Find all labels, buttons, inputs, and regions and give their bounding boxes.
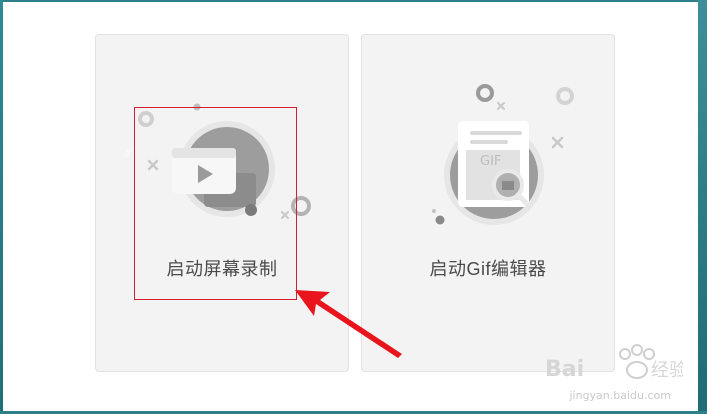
start-gif-editor-label: 启动Gif编辑器: [429, 259, 547, 279]
window-frame-right: [698, 0, 707, 414]
window-frame-left: [0, 0, 3, 414]
gif-document-search-icon: GIF: [458, 121, 530, 207]
screen-record-illustration: [123, 103, 311, 219]
window-frame-top: [0, 0, 707, 2]
watermark-url: jingyan.baidu.com: [569, 389, 671, 402]
gif-editor-illustration: GIF: [432, 84, 574, 225]
start-screen-recording-label: 启动屏幕录制: [166, 259, 278, 279]
svg-text:GIF: GIF: [480, 154, 501, 169]
svg-text:Bai: Bai: [545, 357, 584, 382]
annotation-arrow-icon: [295, 290, 402, 358]
video-play-icon: [123, 148, 236, 194]
svg-text:经验: 经验: [651, 360, 683, 381]
